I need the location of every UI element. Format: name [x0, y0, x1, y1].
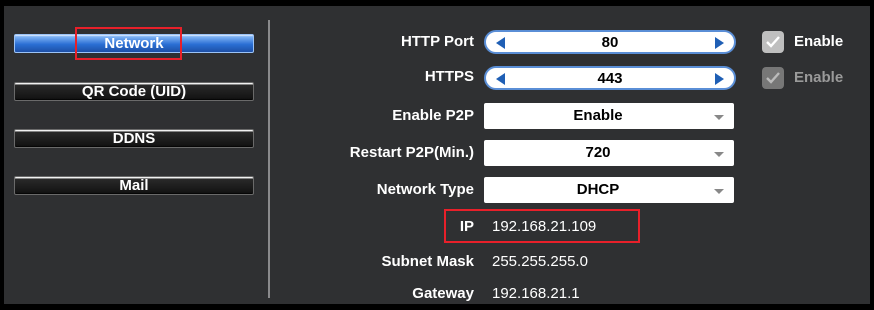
http-port-enable-checkbox[interactable]	[762, 31, 784, 53]
sidebar-item-mail[interactable]: Mail	[14, 176, 254, 195]
chevron-down-icon	[714, 115, 724, 120]
ip-label: IP	[459, 218, 474, 235]
sidebar-item-qr-code[interactable]: QR Code (UID)	[14, 82, 254, 101]
highlight-box-network	[75, 27, 182, 60]
http-port-label: HTTP Port	[400, 33, 474, 50]
http-port-spinner[interactable]: 80	[484, 30, 736, 54]
sidebar-item-label: DDNS	[112, 130, 156, 147]
network-type-select[interactable]: DHCP	[484, 177, 734, 203]
subnet-mask-label: Subnet Mask	[381, 253, 474, 270]
sidebar-item-label: QR Code (UID)	[81, 83, 187, 100]
sidebar-item-label: Mail	[119, 177, 149, 194]
enable-p2p-label: Enable P2P	[392, 107, 474, 124]
https-label: HTTPS	[424, 68, 474, 85]
restart-p2p-select[interactable]: 720	[484, 140, 734, 166]
restart-p2p-value: 720	[585, 144, 611, 161]
https-value: 443	[597, 70, 623, 87]
subnet-mask-value: 255.255.255.0	[492, 253, 588, 270]
chevron-down-icon	[714, 152, 724, 157]
https-enable-checkbox[interactable]	[762, 67, 784, 89]
enable-p2p-select[interactable]: Enable	[484, 103, 734, 129]
arrow-right-icon[interactable]	[715, 73, 724, 85]
chevron-down-icon	[714, 189, 724, 194]
sidebar-item-ddns[interactable]: DDNS	[14, 129, 254, 148]
enable-p2p-value: Enable	[573, 107, 623, 124]
check-icon	[766, 36, 780, 48]
http-port-value: 80	[601, 34, 619, 51]
gateway-label: Gateway	[412, 285, 474, 302]
check-icon	[766, 72, 780, 84]
https-spinner[interactable]: 443	[484, 66, 736, 90]
network-type-value: DHCP	[576, 181, 620, 198]
gateway-value: 192.168.21.1	[492, 285, 580, 302]
arrow-right-icon[interactable]	[715, 37, 724, 49]
network-type-label: Network Type	[376, 181, 474, 198]
restart-p2p-label: Restart P2P(Min.)	[349, 144, 474, 161]
https-enable-label: Enable	[794, 69, 844, 86]
panel-divider	[268, 20, 270, 298]
ip-value: 192.168.21.109	[492, 218, 597, 235]
http-port-enable-label: Enable	[794, 33, 844, 50]
